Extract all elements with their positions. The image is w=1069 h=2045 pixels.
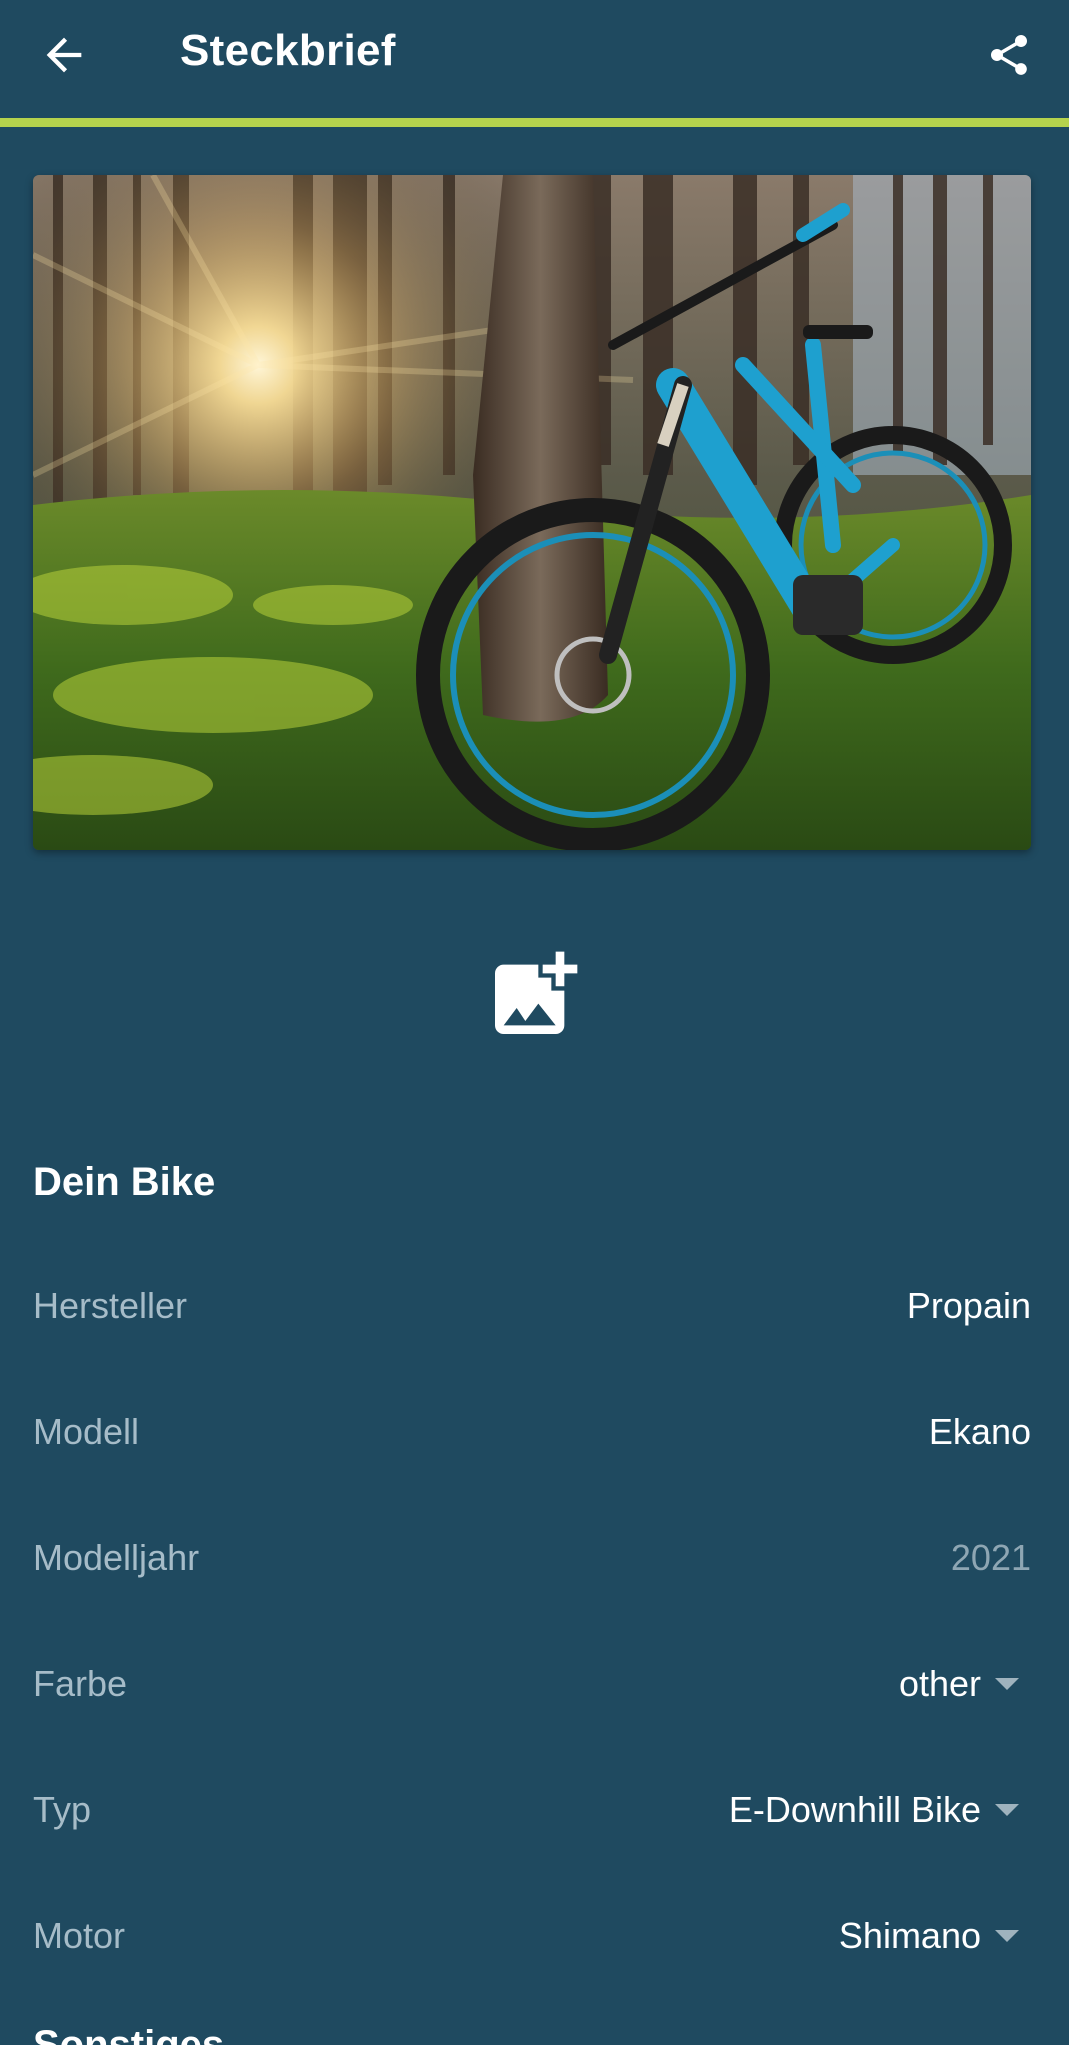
share-icon [991,35,1027,75]
field-label: Hersteller [33,1285,188,1326]
add-photo-button[interactable] [474,935,594,1055]
field-row-modelljahr[interactable]: Modelljahr 2021 [33,1517,1031,1597]
add-photo-icon [495,951,578,1034]
section-title-bike: Dein Bike [33,1160,216,1204]
dropdown-arrow-icon [995,1930,1019,1942]
app-bar: Steckbrief [0,0,1069,118]
field-value-modelljahr[interactable]: 2021 [951,1537,1031,1579]
field-value-modell[interactable]: Ekano [929,1411,1031,1453]
app-bar-accent-line [0,118,1069,127]
field-row-hersteller[interactable]: Hersteller Propain [33,1265,1031,1345]
dropdown-arrow-icon [995,1678,1019,1690]
dropdown-value: E-Downhill Bike [728,1789,981,1830]
dropdown-value: Shimano [838,1915,981,1956]
back-button[interactable] [24,18,104,92]
type-dropdown[interactable]: E-Downhill Bike [729,1789,1031,1831]
page-title: Steckbrief [180,26,396,75]
field-label: Modell [33,1411,140,1452]
dropdown-arrow-icon [995,1804,1019,1816]
field-label: Farbe [33,1663,128,1704]
field-label: Typ [33,1789,92,1830]
field-row-typ[interactable]: Typ E-Downhill Bike [33,1769,1031,1849]
section-title-next: Sonstiges [33,2028,224,2045]
field-label: Motor [33,1915,126,1956]
field-value-hersteller[interactable]: Propain [907,1285,1031,1327]
arrow-back-icon [46,37,82,73]
motor-dropdown[interactable]: Shimano [839,1915,1031,1957]
color-dropdown[interactable]: other [899,1663,1031,1705]
share-button[interactable] [969,18,1049,92]
section-title-next-label: Sonstiges [33,2028,224,2045]
field-row-farbe[interactable]: Farbe other [33,1643,1031,1723]
field-row-motor[interactable]: Motor Shimano [33,1895,1031,1975]
dropdown-value: other [898,1663,981,1704]
field-row-modell[interactable]: Modell Ekano [33,1391,1031,1471]
bike-photo[interactable] [33,175,1031,850]
field-label: Modelljahr [33,1537,200,1578]
